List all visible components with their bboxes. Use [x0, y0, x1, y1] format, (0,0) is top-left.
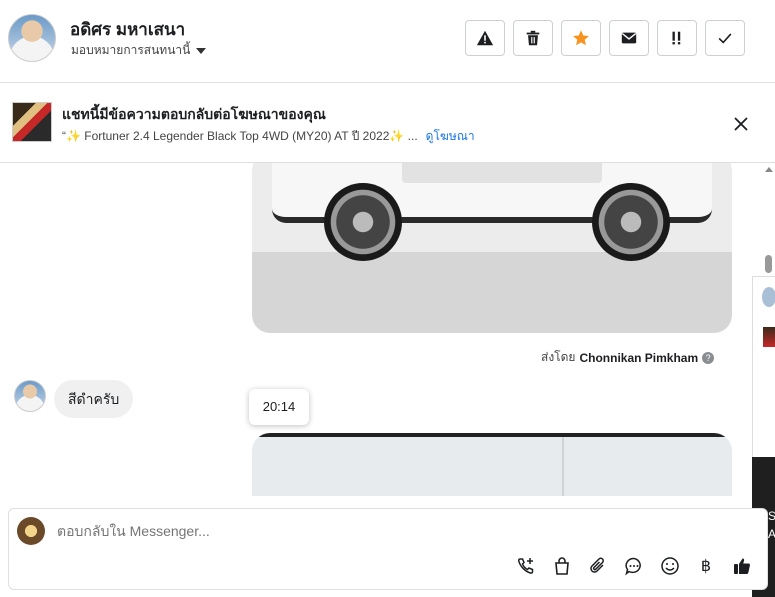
mark-important-button[interactable]	[657, 20, 697, 56]
saved-replies-button[interactable]	[623, 555, 645, 577]
delete-button[interactable]	[513, 20, 553, 56]
page-avatar	[17, 517, 45, 545]
car-wheel-rear	[592, 183, 670, 261]
header-actions	[465, 20, 745, 56]
reply-input[interactable]	[57, 523, 657, 539]
ad-banner-title: แชทนี้มีข้อความตอบกลับต่อโฆษณาของคุณ	[62, 106, 326, 122]
star-button[interactable]	[561, 20, 601, 56]
car-wheel-front	[324, 183, 402, 261]
baht-icon: ฿	[700, 558, 712, 575]
composer-toolbar: ฿	[515, 555, 753, 577]
mail-icon	[621, 32, 637, 44]
side-letter-2: A	[768, 527, 775, 541]
side-ad-thumbnail	[763, 327, 775, 347]
important-icon	[672, 31, 681, 45]
shopping-bag-icon	[555, 557, 569, 575]
timestamp-tooltip: 20:14	[249, 389, 309, 425]
star-icon	[573, 30, 589, 46]
chat-bubble-icon	[625, 557, 641, 576]
ad-reply-banner: แชทนี้มีข้อความตอบกลับต่อโฆษณาของคุณ “✨ …	[0, 83, 775, 163]
assign-label: มอบหมายการสนทนานี้	[71, 43, 191, 57]
shop-button[interactable]	[551, 555, 573, 577]
payment-button[interactable]: ฿	[695, 555, 717, 577]
call-add-button[interactable]	[515, 555, 537, 577]
sent-by-prefix: ส่งโดย	[541, 350, 576, 364]
like-button[interactable]	[731, 555, 753, 577]
side-panel-peek[interactable]	[752, 276, 775, 458]
warning-icon	[476, 30, 494, 46]
check-icon	[718, 33, 732, 44]
chevron-down-icon	[196, 47, 207, 54]
contact-avatar-small	[14, 380, 46, 412]
reply-composer: ฿	[8, 508, 768, 590]
emoji-button[interactable]	[659, 555, 681, 577]
ad-caption: “✨ Fortuner 2.4 Legender Black Top 4WD (…	[62, 129, 418, 143]
contact-name[interactable]: อดิศร มหาเสนา	[70, 16, 185, 43]
attach-button[interactable]	[587, 555, 609, 577]
scroll-thumb[interactable]	[765, 255, 772, 273]
mark-done-button[interactable]	[705, 20, 745, 56]
sent-by-name: Chonnikan Pimkham	[579, 350, 699, 365]
messenger-conversation: อดิศร มหาเสนา มอบหมายการสนทนานี้ แชทนี้ม…	[0, 0, 775, 597]
ad-banner-subtitle: “✨ Fortuner 2.4 Legender Black Top 4WD (…	[62, 127, 475, 146]
ad-thumbnail[interactable]	[12, 102, 52, 142]
incoming-message-bubble[interactable]: สีดำครับ	[54, 380, 134, 418]
report-spam-button[interactable]	[465, 20, 505, 56]
side-avatar	[762, 287, 775, 307]
view-ad-link[interactable]: ดูโฆษณา	[426, 129, 475, 143]
attachment-icon	[590, 557, 604, 573]
thumbs-up-icon	[734, 558, 750, 574]
contact-avatar[interactable]	[8, 14, 56, 62]
message-image-second[interactable]	[252, 433, 732, 496]
message-image-car[interactable]	[252, 163, 732, 333]
trash-icon	[526, 30, 540, 46]
mark-unread-button[interactable]	[609, 20, 649, 56]
close-icon[interactable]	[731, 114, 751, 134]
assign-conversation-dropdown[interactable]: มอบหมายการสนทนานี้	[71, 41, 207, 60]
message-list[interactable]: ส่งโดย Chonnikan Pimkham ? สีดำครับ 20:1…	[0, 163, 760, 496]
side-letter-1: S	[768, 509, 775, 523]
car-window-shape	[402, 163, 602, 183]
help-icon[interactable]: ?	[702, 351, 715, 364]
scroll-up-arrow-icon[interactable]	[765, 167, 773, 172]
sent-by-line: ส่งโดย Chonnikan Pimkham ?	[541, 348, 715, 367]
emoji-icon	[661, 557, 679, 575]
call-add-icon	[517, 558, 534, 574]
conversation-header: อดิศร มหาเสนา มอบหมายการสนทนานี้	[0, 0, 775, 83]
image-divider-line	[562, 437, 564, 496]
